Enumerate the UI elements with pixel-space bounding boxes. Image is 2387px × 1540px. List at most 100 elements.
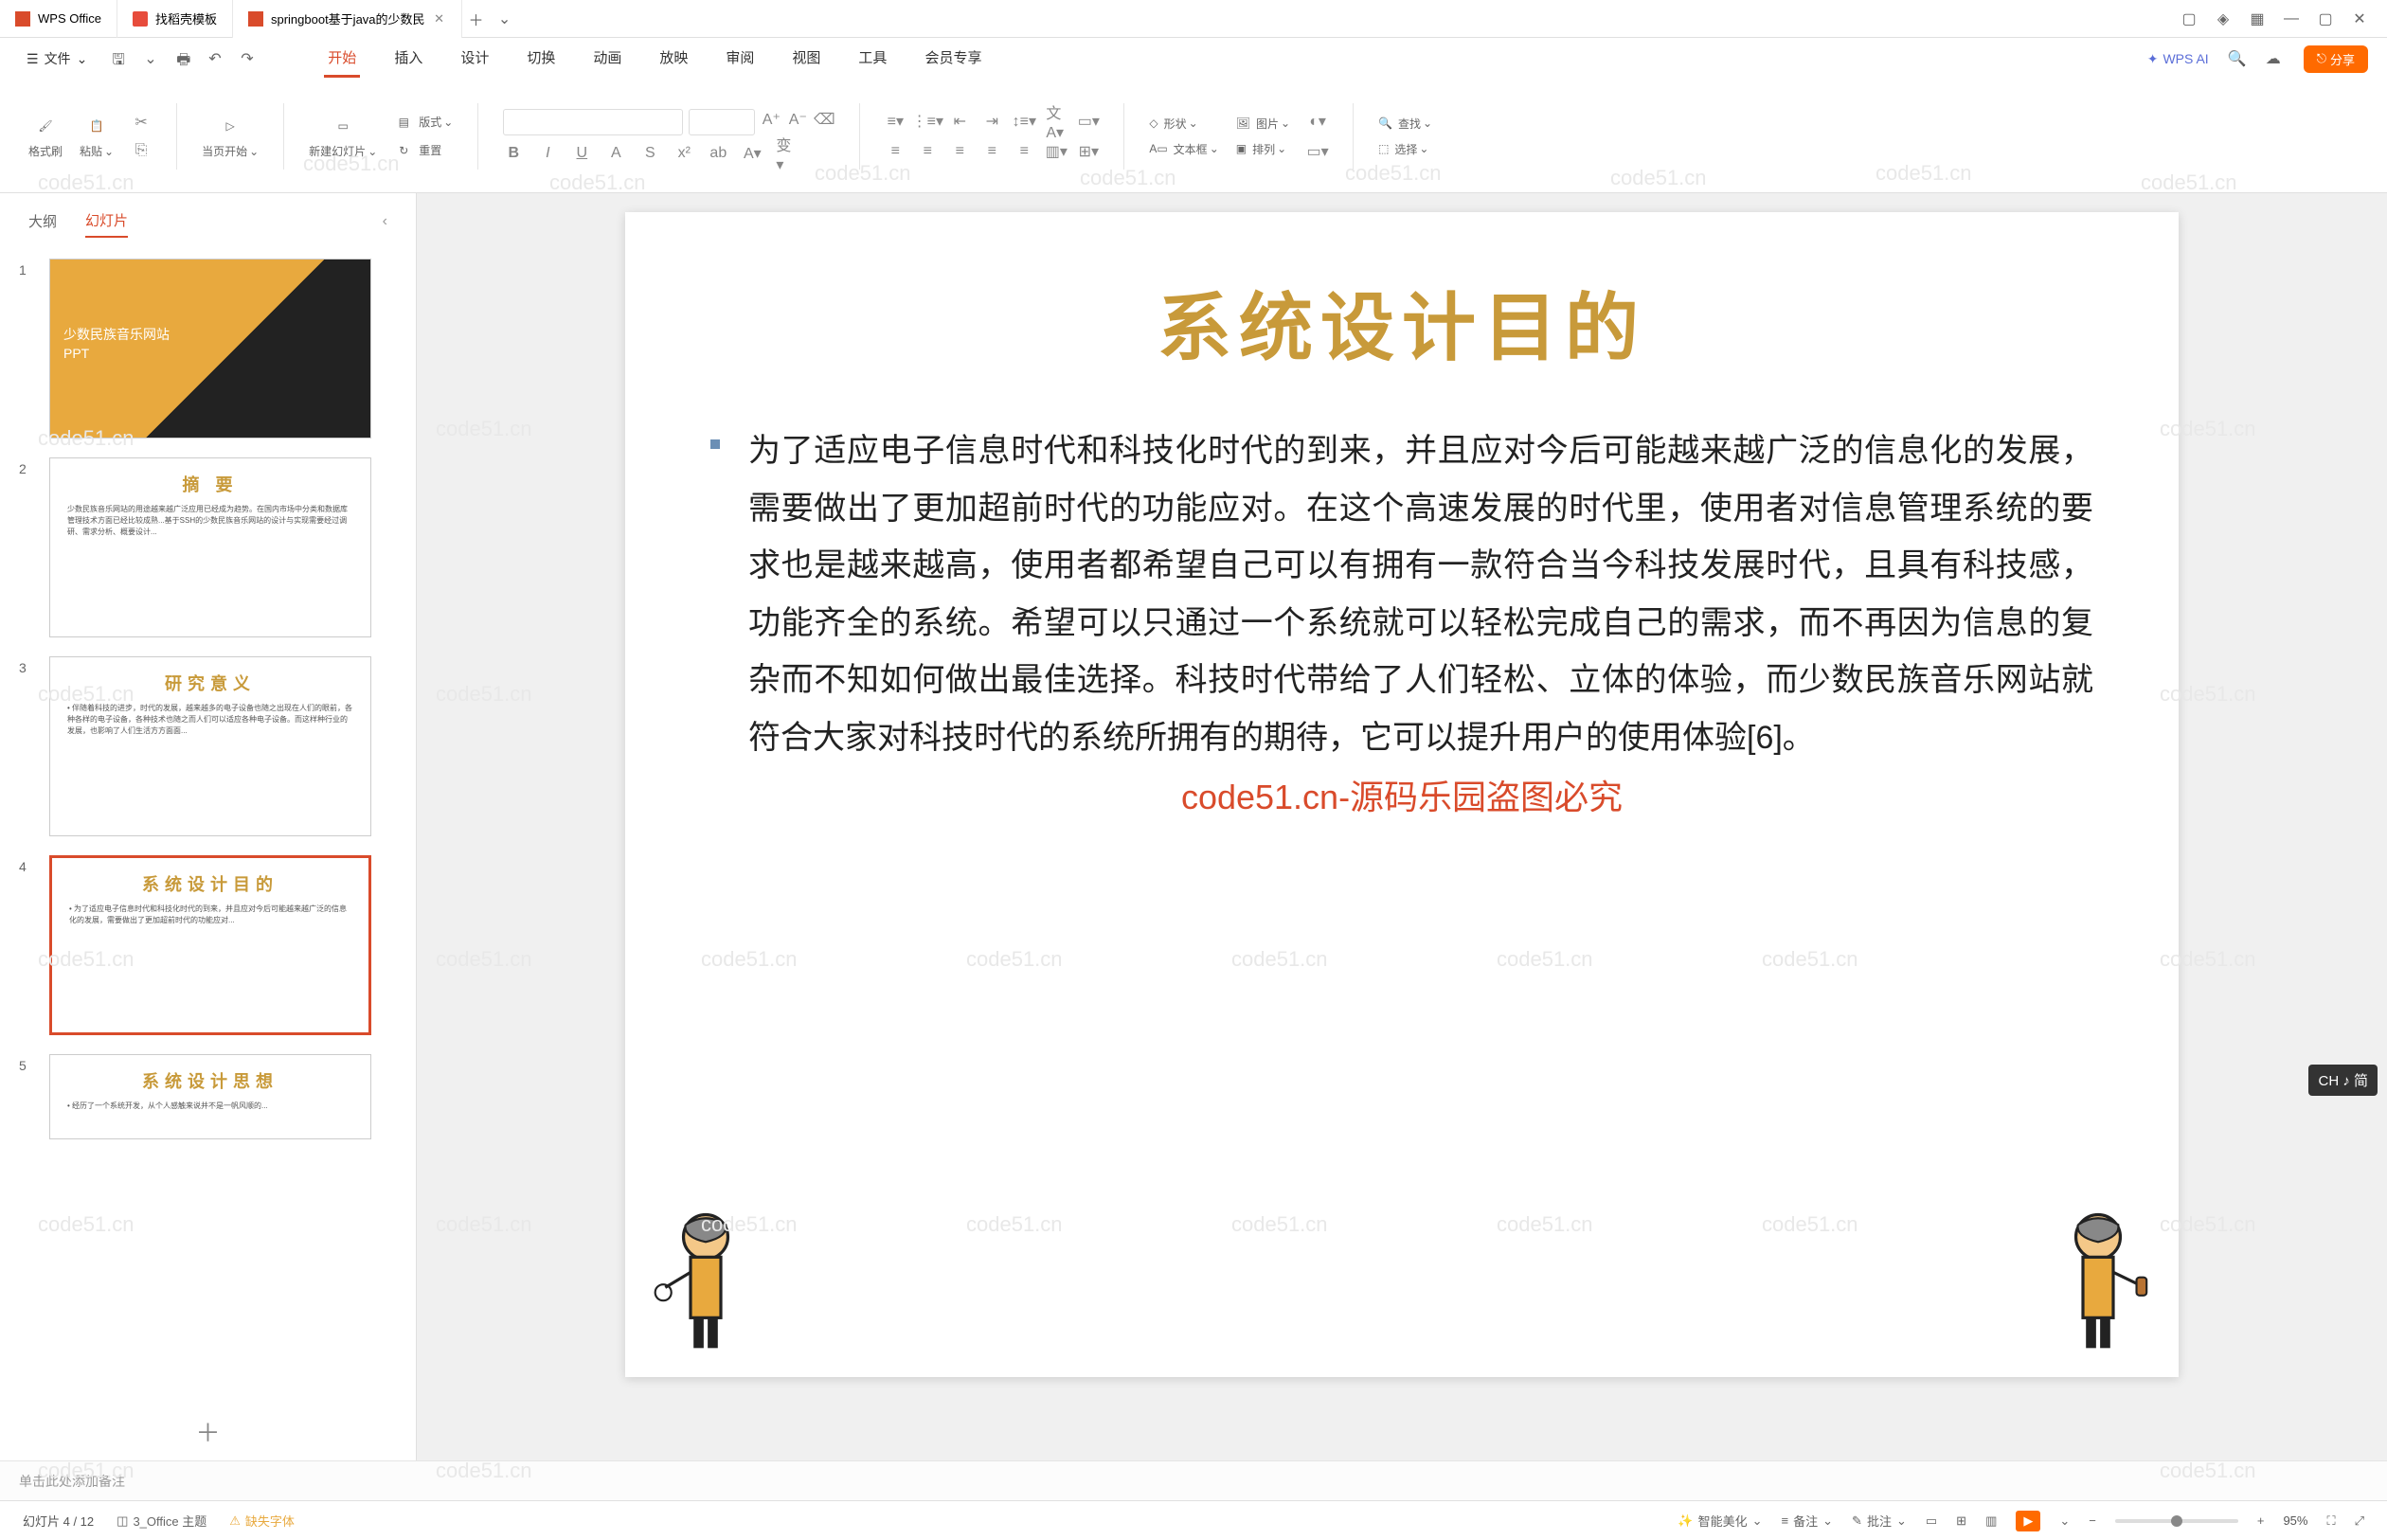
normal-view-icon[interactable]: ▭ bbox=[1926, 1513, 1937, 1529]
zoom-out-button[interactable]: − bbox=[2089, 1513, 2096, 1528]
clear-format-icon[interactable]: ⌫ bbox=[814, 109, 835, 130]
bold-icon[interactable]: B bbox=[503, 143, 524, 164]
tab-insert[interactable]: 插入 bbox=[390, 40, 426, 78]
tab-start[interactable]: 开始 bbox=[324, 40, 360, 78]
tab-transition[interactable]: 切换 bbox=[523, 40, 559, 78]
reading-view-icon[interactable]: ▥ bbox=[1985, 1513, 1997, 1529]
thumbnail-2[interactable]: 摘 要 少数民族音乐网站的用途越来越广泛应用已经成为趋势。在国内市场中分类和数据… bbox=[49, 457, 371, 637]
justify-icon[interactable]: ≡ bbox=[981, 141, 1002, 162]
thumbnail-1[interactable]: 少数民族音乐网站 PPT bbox=[49, 259, 371, 439]
collapse-icon[interactable]: ‹ bbox=[383, 213, 387, 230]
font-color-icon[interactable]: A▾ bbox=[742, 143, 763, 164]
avatar-icon[interactable]: ▦ bbox=[2249, 10, 2266, 27]
select-button[interactable]: ⬚ 选择 ⌄ bbox=[1378, 141, 1432, 157]
align-left-icon[interactable]: ≡ bbox=[885, 141, 906, 162]
arrange-button[interactable]: ▣ 排列 ⌄ bbox=[1236, 141, 1290, 157]
change-case-icon[interactable]: 变▾ bbox=[776, 143, 797, 164]
tab-animation[interactable]: 动画 bbox=[589, 40, 625, 78]
print-icon[interactable]: 🖶 bbox=[176, 49, 195, 68]
sorter-view-icon[interactable]: ⊞ bbox=[1956, 1513, 1966, 1529]
picture-button[interactable]: 🖼 图片 ⌄ bbox=[1236, 116, 1290, 132]
thumbnail-item[interactable]: 5 系统设计思想 • 经历了一个系统开发，从个人感触来说并不是一帆风顺的... bbox=[19, 1054, 397, 1139]
slide-title[interactable]: 系统设计目的 bbox=[701, 269, 2103, 375]
increase-indent-icon[interactable]: ⇥ bbox=[981, 111, 1002, 132]
align-center-icon[interactable]: ≡ bbox=[917, 141, 938, 162]
paste-button[interactable]: 📋 粘贴 ⌄ bbox=[80, 113, 114, 159]
search-icon[interactable]: 🔍 bbox=[2228, 49, 2247, 68]
thumbnail-item[interactable]: 1 少数民族音乐网站 PPT bbox=[19, 259, 397, 439]
numbering-icon[interactable]: ⋮≡▾ bbox=[917, 111, 938, 132]
cube-icon[interactable]: ◈ bbox=[2215, 10, 2232, 27]
slideshow-button[interactable]: ▶ bbox=[2016, 1511, 2040, 1531]
minimize-icon[interactable]: — bbox=[2283, 10, 2300, 27]
theme-indicator[interactable]: ◫ 3_Office 主题 bbox=[117, 1512, 206, 1530]
tab-view[interactable]: 视图 bbox=[788, 40, 824, 78]
add-slide-button[interactable]: ＋ bbox=[195, 1414, 220, 1449]
ruler-icon[interactable]: ⊞▾ bbox=[1078, 141, 1099, 162]
tab-design[interactable]: 设计 bbox=[457, 40, 493, 78]
thumbnail-4[interactable]: 系统设计目的 • 为了适应电子信息时代和科技化时代的到来，并且应对今后可能越来越… bbox=[49, 855, 371, 1035]
tab-daoke[interactable]: 找稻壳模板 bbox=[117, 0, 233, 38]
beautify-button[interactable]: ✨ 智能美化 ⌄ bbox=[1678, 1512, 1762, 1530]
tab-document[interactable]: springboot基于java的少数民 ✕ bbox=[233, 0, 462, 38]
distribute-icon[interactable]: ≡ bbox=[1014, 141, 1034, 162]
share-button[interactable]: ⎋ 分享 bbox=[2304, 45, 2368, 73]
font-family-select[interactable] bbox=[503, 109, 683, 135]
tab-slideshow[interactable]: 放映 bbox=[655, 40, 691, 78]
slide-text[interactable]: 为了适应电子信息时代和科技化时代的到来，并且应对今后可能越来越广泛的信息化的发展… bbox=[748, 422, 2093, 766]
shape-button[interactable]: ◇ 形状 ⌄ bbox=[1149, 116, 1218, 132]
strikethrough-icon[interactable]: A bbox=[605, 143, 626, 164]
notes-toggle[interactable]: ≡ 备注 ⌄ bbox=[1782, 1512, 1834, 1530]
close-window-icon[interactable]: ✕ bbox=[2351, 10, 2368, 27]
line-spacing-icon[interactable]: ↕≡▾ bbox=[1014, 111, 1034, 132]
slide-canvas[interactable]: 系统设计目的 为了适应电子信息时代和科技化时代的到来，并且应对今后可能越来越广泛… bbox=[625, 212, 2179, 1377]
italic-icon[interactable]: I bbox=[537, 143, 558, 164]
zoom-value[interactable]: 95% bbox=[2283, 1513, 2307, 1528]
file-menu[interactable]: ☰ 文件 ⌄ bbox=[19, 45, 95, 72]
underline-icon[interactable]: U bbox=[571, 143, 592, 164]
expand-icon[interactable]: ⤢ bbox=[2355, 1513, 2364, 1529]
notes-bar[interactable]: 单击此处添加备注 bbox=[0, 1460, 2387, 1500]
copy-icon[interactable]: ⎘ bbox=[131, 140, 152, 161]
bullets-icon[interactable]: ≡▾ bbox=[885, 111, 906, 132]
comments-toggle[interactable]: ✎ 批注 ⌄ bbox=[1852, 1512, 1907, 1530]
canvas-scroll[interactable]: 系统设计目的 为了适应电子信息时代和科技化时代的到来，并且应对今后可能越来越广泛… bbox=[417, 193, 2387, 1460]
format-brush-button[interactable]: 🖌 格式刷 bbox=[28, 113, 63, 159]
text-direction-icon[interactable]: 文A▾ bbox=[1046, 111, 1067, 132]
find-button[interactable]: 🔍 查找 ⌄ bbox=[1378, 116, 1432, 132]
reset-button[interactable]: ↻ 重置 bbox=[394, 141, 453, 160]
thumbnail-5[interactable]: 系统设计思想 • 经历了一个系统开发，从个人感触来说并不是一帆风顺的... bbox=[49, 1054, 371, 1139]
slide-body[interactable]: 为了适应电子信息时代和科技化时代的到来，并且应对今后可能越来越广泛的信息化的发展… bbox=[701, 422, 2103, 766]
fill-icon[interactable]: ◐▾ bbox=[1307, 111, 1328, 132]
font-size-select[interactable] bbox=[689, 109, 755, 135]
zoom-in-button[interactable]: + bbox=[2257, 1513, 2265, 1528]
from-current-button[interactable]: ▷ 当页开始 ⌄ bbox=[202, 113, 259, 159]
close-icon[interactable]: ✕ bbox=[433, 12, 446, 26]
maximize-icon[interactable]: ▢ bbox=[2317, 10, 2334, 27]
slide-position[interactable]: 幻灯片 4 / 12 bbox=[23, 1512, 94, 1530]
new-tab-button[interactable]: ＋ bbox=[462, 8, 491, 30]
align-text-icon[interactable]: ▭▾ bbox=[1078, 111, 1099, 132]
fit-window-icon[interactable]: ⛶ bbox=[2326, 1513, 2335, 1529]
app-icon[interactable]: ▢ bbox=[2181, 10, 2198, 27]
thumbnail-3[interactable]: 研究意义 • 伴随着科技的进步，时代的发展，越来越多的电子设备也随之出现在人们的… bbox=[49, 656, 371, 836]
tab-tools[interactable]: 工具 bbox=[854, 40, 890, 78]
redo-icon[interactable]: ↷ bbox=[241, 49, 260, 68]
increase-font-icon[interactable]: A⁺ bbox=[761, 109, 781, 130]
zoom-slider[interactable] bbox=[2115, 1519, 2238, 1523]
undo-icon[interactable]: ↶ bbox=[208, 49, 227, 68]
thumbnail-item[interactable]: 4 系统设计目的 • 为了适应电子信息时代和科技化时代的到来，并且应对今后可能越… bbox=[19, 855, 397, 1035]
tab-wps-office[interactable]: WPS Office bbox=[0, 0, 117, 38]
slideshow-dropdown[interactable]: ⌄ bbox=[2059, 1513, 2070, 1529]
decrease-font-icon[interactable]: A⁻ bbox=[787, 109, 808, 130]
highlight-icon[interactable]: ab bbox=[708, 143, 728, 164]
thumbnail-item[interactable]: 2 摘 要 少数民族音乐网站的用途越来越广泛应用已经成为趋势。在国内市场中分类和… bbox=[19, 457, 397, 637]
tab-menu-button[interactable]: ⌄ bbox=[491, 9, 519, 28]
save-icon[interactable]: 🖫 bbox=[112, 49, 131, 68]
thumbnail-item[interactable]: 3 研究意义 • 伴随着科技的进步，时代的发展，越来越多的电子设备也随之出现在人… bbox=[19, 656, 397, 836]
save-dropdown-icon[interactable]: ⌄ bbox=[144, 49, 163, 68]
missing-font-warning[interactable]: ⚠ 缺失字体 bbox=[229, 1512, 295, 1530]
columns-icon[interactable]: ▥▾ bbox=[1046, 141, 1067, 162]
slides-tab[interactable]: 幻灯片 bbox=[85, 205, 128, 238]
cut-icon[interactable]: ✂ bbox=[131, 112, 152, 133]
